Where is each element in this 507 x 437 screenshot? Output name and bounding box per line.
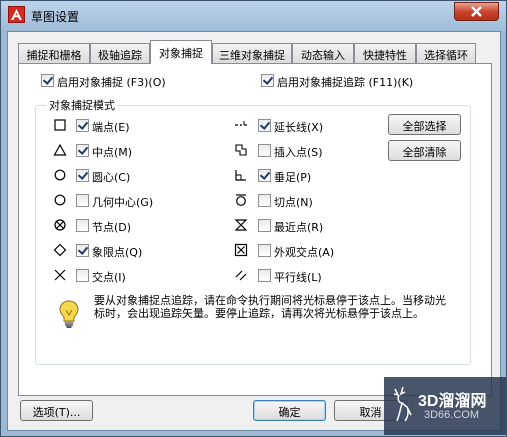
node-icon bbox=[54, 219, 66, 231]
geometric-center-checkbox[interactable] bbox=[76, 194, 89, 207]
extension-checkbox[interactable] bbox=[258, 119, 271, 132]
perpendicular-label[interactable]: 垂足(P) bbox=[274, 169, 311, 185]
quadrant-checkbox[interactable] bbox=[76, 244, 89, 257]
title-bar[interactable]: 草图设置 bbox=[1, 1, 506, 31]
node-label[interactable]: 节点(D) bbox=[92, 219, 131, 235]
endpoint-label[interactable]: 端点(E) bbox=[92, 119, 130, 135]
tracking-hint-text: 要从对象捕捉点追踪，请在命令执行期间将光标悬停于该点上。当移动光标时，会出现追踪… bbox=[94, 294, 446, 320]
enable-tracking-label[interactable]: 启用对象捕捉追踪 (F11)(K) bbox=[277, 74, 413, 90]
autocad-logo-icon bbox=[8, 6, 25, 23]
node-checkbox[interactable] bbox=[76, 219, 89, 232]
dialog-window: 草图设置 捕捉和栅格 极轴追踪 对象捕捉 三维对象捕捉 动态输入 快捷特性 选择… bbox=[0, 0, 507, 437]
watermark-subtext: 3D66.COM bbox=[424, 409, 480, 421]
insertion-label[interactable]: 插入点(S) bbox=[274, 144, 323, 160]
tab-snap-grid[interactable]: 捕捉和栅格 bbox=[18, 43, 90, 63]
dialog-client: 捕捉和栅格 极轴追踪 对象捕捉 三维对象捕捉 动态输入 快捷特性 选择循环 启用… bbox=[7, 31, 501, 431]
watermark-overlay: 3D溜溜网 3D66.COM bbox=[384, 377, 506, 435]
tangent-label[interactable]: 切点(N) bbox=[274, 194, 313, 210]
quadrant-label[interactable]: 象限点(Q) bbox=[92, 244, 142, 260]
tab-quick-properties[interactable]: 快捷特性 bbox=[354, 43, 416, 63]
enable-osnap-label[interactable]: 启用对象捕捉 (F3)(O) bbox=[57, 74, 166, 90]
tab-dynamic-input[interactable]: 动态输入 bbox=[292, 43, 354, 63]
endpoint-checkbox[interactable] bbox=[76, 119, 89, 132]
select-all-button[interactable]: 全部选择 bbox=[388, 114, 461, 135]
clear-all-button[interactable]: 全部清除 bbox=[388, 140, 461, 161]
extension-label[interactable]: 延长线(X) bbox=[274, 119, 323, 135]
watermark-text: 3D溜溜网 bbox=[418, 393, 487, 410]
perpendicular-icon bbox=[235, 170, 246, 181]
cross-icon bbox=[54, 269, 66, 281]
intersection-checkbox[interactable] bbox=[76, 269, 89, 282]
snap-modes-title: 对象捕捉模式 bbox=[46, 97, 118, 113]
diamond-icon bbox=[53, 243, 67, 257]
apparent-intersection-checkbox[interactable] bbox=[258, 244, 271, 257]
nearest-icon bbox=[234, 219, 248, 231]
ok-button[interactable]: 确定 bbox=[253, 400, 326, 421]
circle-icon bbox=[54, 169, 66, 181]
tangent-checkbox[interactable] bbox=[258, 194, 271, 207]
window-title: 草图设置 bbox=[31, 10, 80, 24]
deer-logo-icon bbox=[393, 386, 412, 422]
apparent-intersection-label[interactable]: 外观交点(A) bbox=[274, 244, 334, 260]
close-icon bbox=[471, 6, 482, 17]
square-icon bbox=[54, 119, 66, 131]
nearest-checkbox[interactable] bbox=[258, 219, 271, 232]
parallel-label[interactable]: 平行线(L) bbox=[274, 269, 322, 285]
center-label[interactable]: 圆心(C) bbox=[92, 169, 130, 185]
midpoint-label[interactable]: 中点(M) bbox=[92, 144, 132, 160]
tab-selection-cycling[interactable]: 选择循环 bbox=[416, 43, 476, 63]
enable-osnap-checkbox[interactable] bbox=[41, 74, 54, 87]
extension-icon bbox=[235, 121, 247, 126]
parallel-checkbox[interactable] bbox=[258, 269, 271, 282]
nearest-label[interactable]: 最近点(R) bbox=[274, 219, 323, 235]
tangent-icon bbox=[236, 194, 246, 206]
enable-tracking-checkbox[interactable] bbox=[261, 74, 274, 87]
close-button[interactable] bbox=[454, 2, 499, 21]
insertion-checkbox[interactable] bbox=[258, 144, 271, 157]
tab-3d-object-snap[interactable]: 三维对象捕捉 bbox=[212, 43, 292, 63]
apparent-intersection-icon bbox=[234, 243, 248, 257]
center-checkbox[interactable] bbox=[76, 169, 89, 182]
tab-object-snap[interactable]: 对象捕捉 bbox=[150, 40, 212, 64]
options-button[interactable]: 选项(T)... bbox=[20, 400, 93, 421]
triangle-icon bbox=[53, 143, 67, 156]
geometric-center-label[interactable]: 几何中心(G) bbox=[92, 194, 153, 210]
insertion-icon bbox=[235, 144, 247, 156]
tab-polar-tracking[interactable]: 极轴追踪 bbox=[90, 43, 150, 63]
intersection-label[interactable]: 交点(I) bbox=[92, 269, 126, 285]
lightbulb-icon bbox=[59, 300, 79, 328]
midpoint-checkbox[interactable] bbox=[76, 144, 89, 157]
perpendicular-checkbox[interactable] bbox=[258, 169, 271, 182]
parallel-icon bbox=[235, 270, 247, 281]
circle-icon bbox=[54, 194, 66, 206]
